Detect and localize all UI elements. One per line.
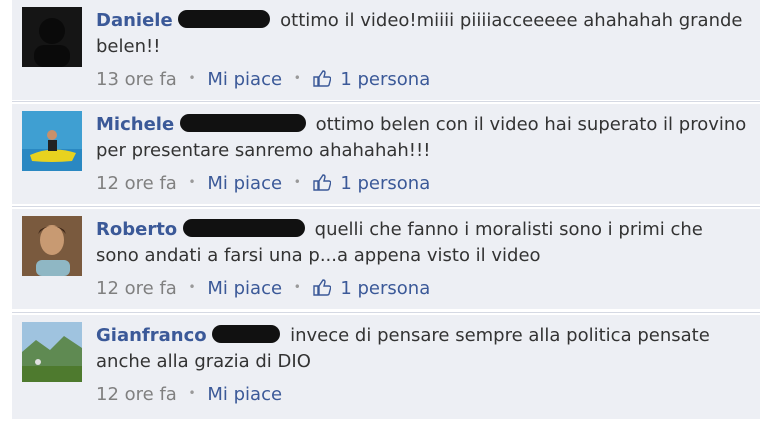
thumbs-up-icon [312, 69, 331, 87]
comment-author[interactable]: Daniele [96, 10, 173, 31]
separator-dot: • [293, 280, 301, 294]
redaction-mark [178, 10, 271, 28]
avatar[interactable] [22, 7, 82, 67]
divider [12, 312, 760, 313]
like-count[interactable]: 1 persona [340, 278, 430, 299]
like-count[interactable]: 1 persona [340, 69, 430, 90]
comment-item: Gianfranco invece di pensare sempre alla… [12, 315, 760, 419]
like-link[interactable]: Mi piace [207, 69, 282, 90]
divider [12, 206, 760, 207]
comment-timestamp[interactable]: 12 ore fa [96, 384, 177, 405]
like-link[interactable]: Mi piace [207, 384, 282, 405]
separator-dot: • [293, 175, 301, 189]
comment-timestamp[interactable]: 12 ore fa [96, 173, 177, 194]
comment-meta: 12 ore fa • Mi piace [96, 380, 750, 408]
comment-timestamp[interactable]: 13 ore fa [96, 69, 177, 90]
thumbs-up-icon [312, 278, 331, 296]
comment-timestamp[interactable]: 12 ore fa [96, 278, 177, 299]
redaction-mark [212, 325, 281, 343]
separator-dot: • [188, 71, 196, 85]
avatar[interactable] [22, 216, 82, 276]
like-link[interactable]: Mi piace [207, 173, 282, 194]
comment-item: Roberto quelli che fanno i moralisti son… [12, 209, 760, 309]
separator-dot: • [188, 280, 196, 294]
comment-author[interactable]: Roberto [96, 219, 177, 240]
comment-item: Daniele ottimo il video!miiii piiiiaccee… [12, 0, 760, 100]
like-link[interactable]: Mi piace [207, 278, 282, 299]
comment-meta: 13 ore fa • Mi piace • 1 persona [96, 65, 750, 93]
avatar[interactable] [22, 111, 82, 171]
comment-item: Michele ottimo belen con il video hai su… [12, 104, 760, 204]
divider [12, 101, 760, 102]
like-count[interactable]: 1 persona [340, 173, 430, 194]
comment-body: Gianfranco invece di pensare sempre alla… [96, 323, 750, 408]
comment-author[interactable]: Michele [96, 114, 174, 135]
separator-dot: • [188, 175, 196, 189]
comment-body: Daniele ottimo il video!miiii piiiiaccee… [96, 8, 750, 93]
redaction-mark [179, 114, 306, 132]
avatar[interactable] [22, 322, 82, 382]
comment-author[interactable]: Gianfranco [96, 325, 207, 346]
comment-body: Roberto quelli che fanno i moralisti son… [96, 217, 750, 302]
separator-dot: • [293, 71, 301, 85]
redaction-mark [182, 219, 305, 237]
comment-meta: 12 ore fa • Mi piace • 1 persona [96, 274, 750, 302]
comment-body: Michele ottimo belen con il video hai su… [96, 112, 750, 197]
separator-dot: • [188, 386, 196, 400]
thumbs-up-icon [312, 173, 331, 191]
comment-meta: 12 ore fa • Mi piace • 1 persona [96, 169, 750, 197]
